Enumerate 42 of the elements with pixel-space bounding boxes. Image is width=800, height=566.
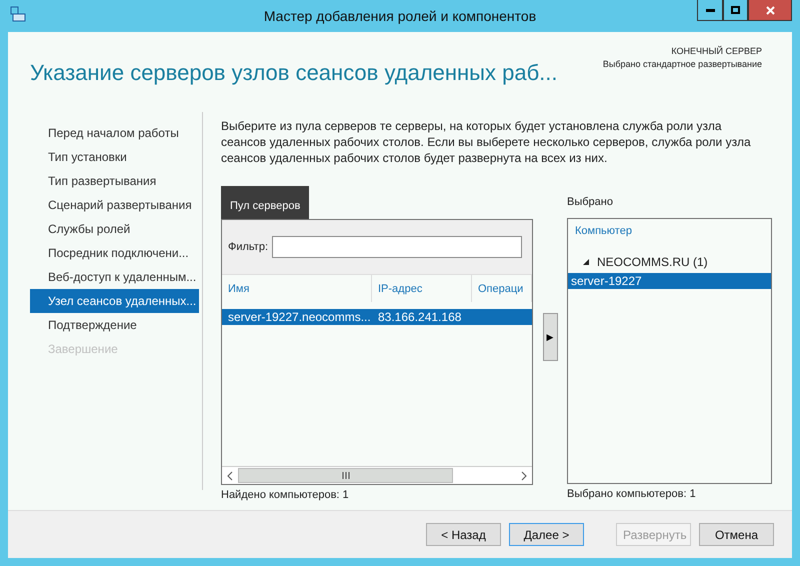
table-cell-text: server-19227.neocomms... xyxy=(227,310,372,324)
selected-count: Выбрано компьютеров: 1 xyxy=(567,488,697,500)
wizard-step[interactable]: Службы ролей xyxy=(30,217,199,241)
wizard-step[interactable]: Подтверждение xyxy=(30,313,199,337)
wizard-step[interactable]: Веб-доступ к удаленным... xyxy=(30,265,199,289)
column-header[interactable]: Операци xyxy=(472,275,532,302)
server-pool-tab[interactable]: Пул серверов xyxy=(221,186,310,219)
wizard-step[interactable]: Тип развертывания xyxy=(30,169,199,193)
column-header[interactable]: IP-адрес xyxy=(372,275,472,302)
close-button[interactable] xyxy=(748,0,792,21)
table-cell-text: 83.166.241.168 xyxy=(377,310,462,324)
close-icon xyxy=(766,6,774,14)
wizard-button[interactable]: Далее > xyxy=(509,523,584,546)
minimize-button[interactable] xyxy=(697,0,723,21)
server-manager-icon xyxy=(10,6,26,22)
column-header[interactable]: Имя xyxy=(222,275,372,302)
maximize-icon xyxy=(731,6,740,14)
description-text: Выберите из пула серверов те серверы, на которых будет установлена служба роли узла сеансов удаленных рабочих столов. Если вы выберете несколько серверов, служба роли узла сеансов удаленных рабочих столов будет развернута на всех из них. xyxy=(221,118,752,166)
scrollbar-thumb[interactable] xyxy=(238,468,453,483)
selected-label: Выбрано xyxy=(567,195,614,210)
wizard-step[interactable]: Сценарий развертывания xyxy=(30,193,199,217)
wizard-button[interactable]: Отмена xyxy=(699,523,774,546)
domain-group: NEOCOMMS.RU (1) xyxy=(597,255,708,269)
filter-label: Фильтр: xyxy=(228,241,268,253)
selected-server-row[interactable]: server-19227 xyxy=(568,273,771,289)
filter-field[interactable] xyxy=(272,236,522,258)
server-value: Выбрано стандартное развертывание xyxy=(602,59,762,69)
maximize-button[interactable] xyxy=(723,0,748,21)
wizard-step[interactable]: Тип установки xyxy=(30,145,199,169)
page-heading: Указание серверов узлов сеансов удаленных раб... xyxy=(30,60,558,87)
minimize-icon xyxy=(706,8,714,12)
wizard-step[interactable]: Узел сеансов удаленных... xyxy=(30,289,199,313)
add-button[interactable]: ▶ xyxy=(542,313,558,361)
server-label: КОНЕЧНЫЙ СЕРВЕР xyxy=(671,46,762,56)
wizard-button[interactable]: < Назад xyxy=(426,523,501,546)
server-row[interactable]: server-19227.neocomms... 83.166.241.168 xyxy=(222,309,532,325)
expanded-icon[interactable] xyxy=(582,258,590,266)
window-title: Мастер добавления ролей и компонентов xyxy=(264,8,536,24)
wizard-step[interactable]: Перед началом работы xyxy=(30,121,199,145)
wizard-step[interactable]: Посредник подключени... xyxy=(30,241,199,265)
column-header[interactable]: Компьютер xyxy=(568,219,771,243)
found-count: Найдено компьютеров: 1 xyxy=(221,489,350,501)
